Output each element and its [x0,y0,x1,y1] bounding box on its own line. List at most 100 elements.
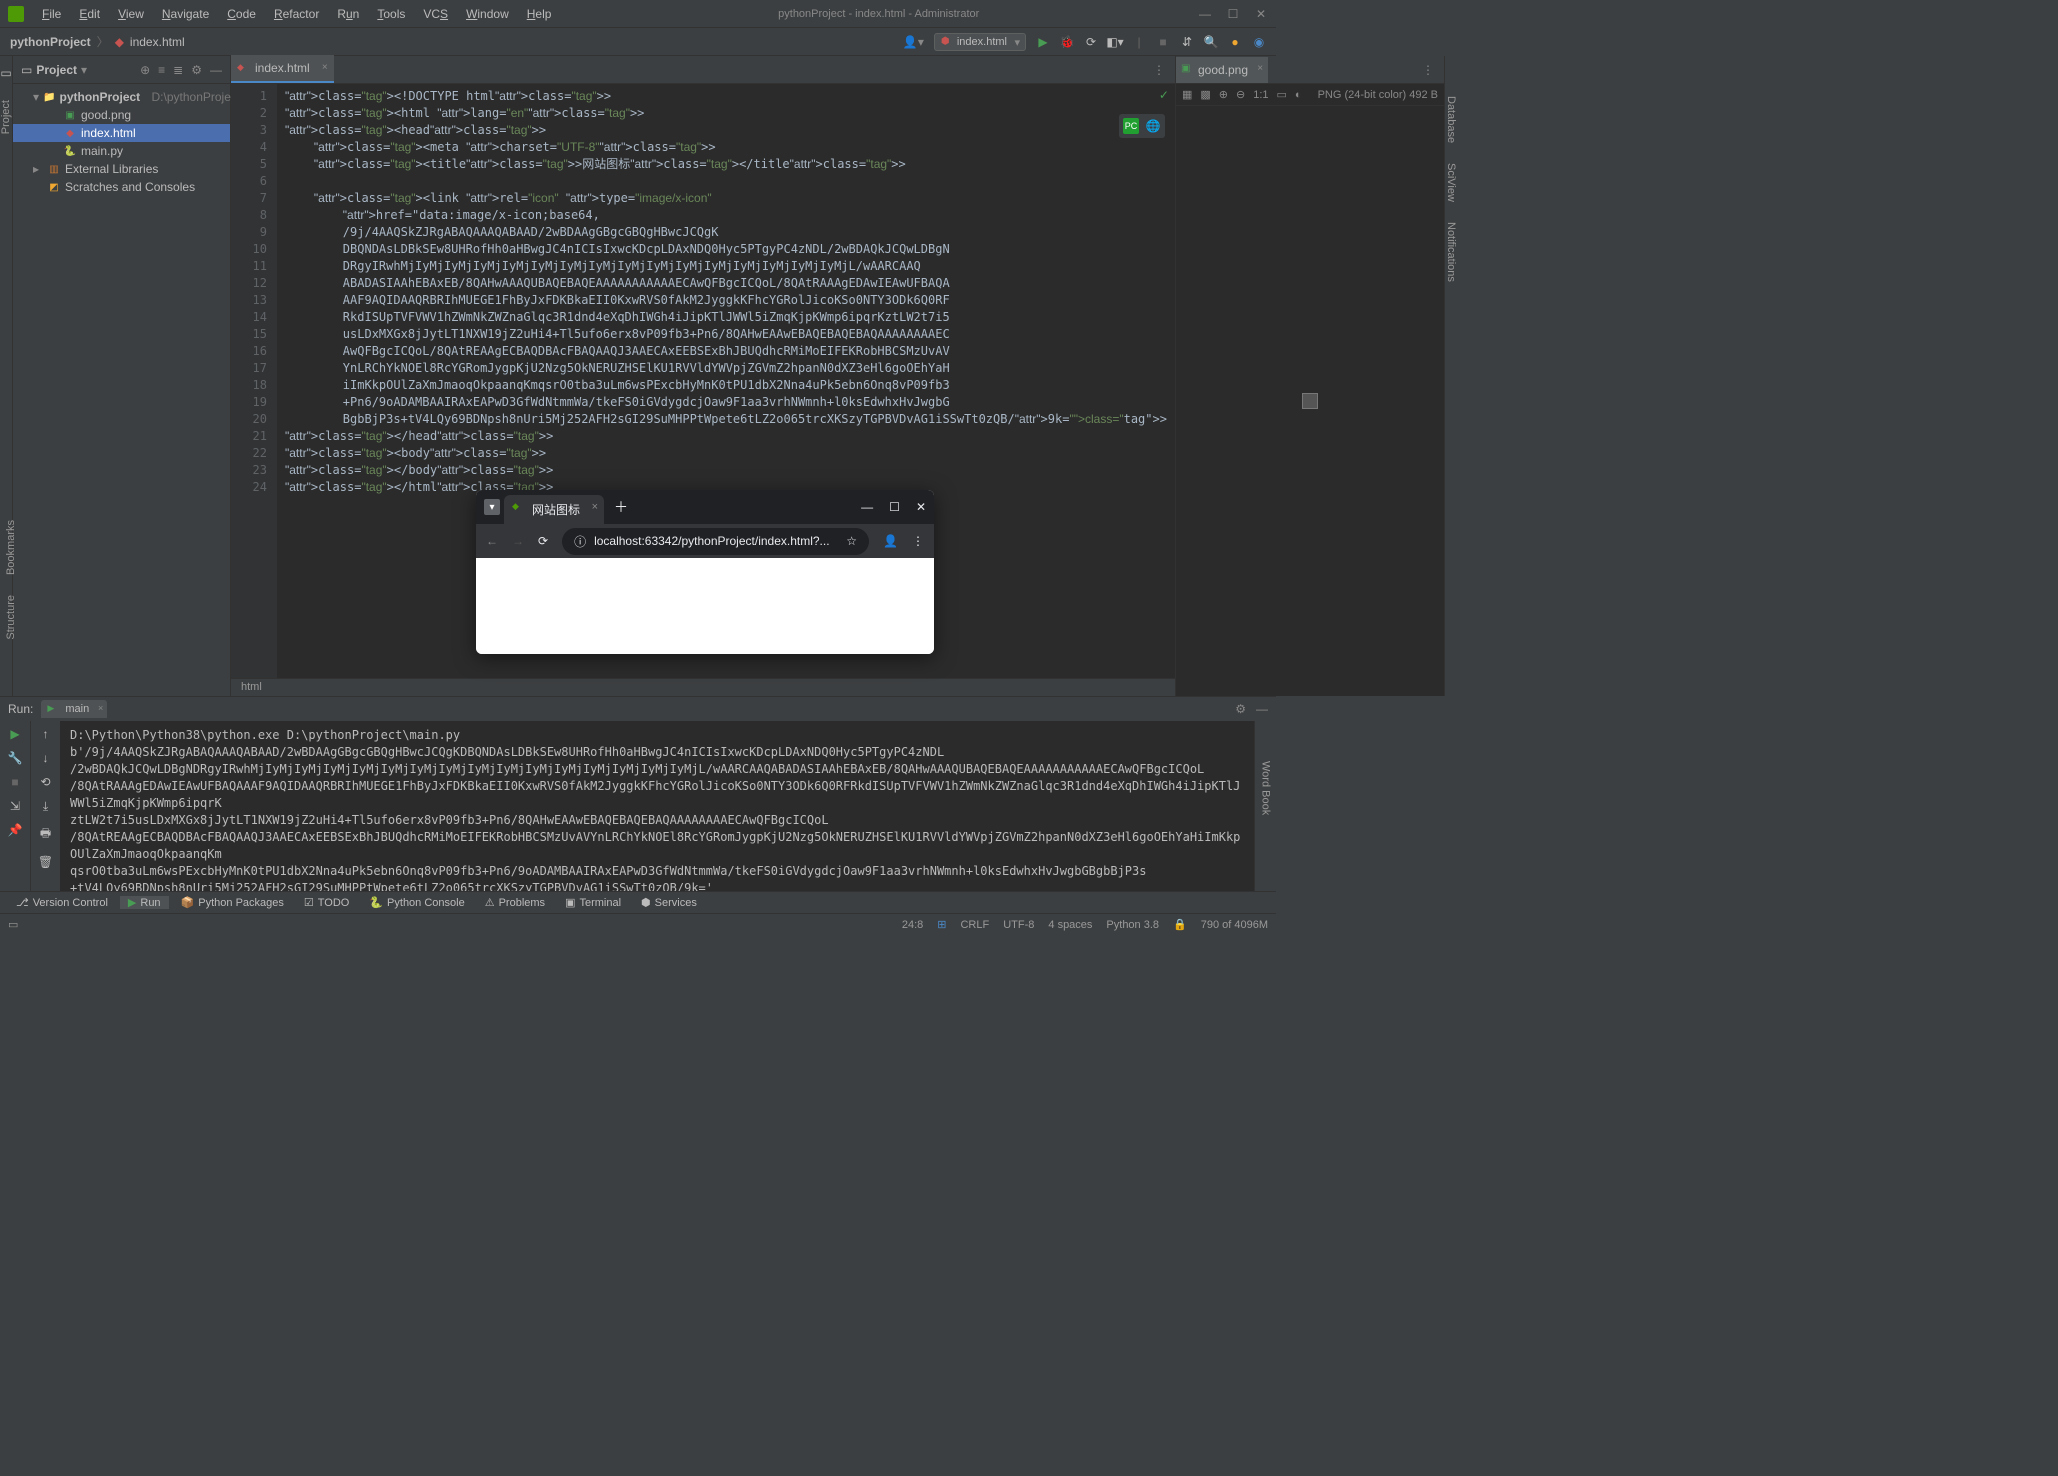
editor-breadcrumb[interactable]: html [231,678,1175,696]
tab-services[interactable]: ⬢Services [633,896,705,909]
tab-todo[interactable]: ☑TODO [296,896,357,909]
zoom-out-icon[interactable]: ⊖ [1236,88,1245,101]
ide-scripting-icon[interactable]: ● [1228,35,1242,49]
expand-all-icon[interactable]: ≡ [158,63,165,77]
chrome-profile-icon[interactable]: 👤 [883,534,898,548]
modify-run-icon[interactable]: 🔧 [8,751,23,765]
soft-wrap-icon[interactable]: ⟲ [40,775,50,789]
bookmarks-tool[interactable]: Bookmarks [5,520,17,575]
run-settings-icon[interactable]: ⚙ [1235,702,1246,716]
debug-icon[interactable]: 🐞 [1060,35,1074,49]
restore-layout-icon[interactable]: ⇲ [10,799,20,813]
tree-item-good-png[interactable]: ▣good.png [13,106,230,124]
project-tool-label[interactable]: Project [0,100,12,134]
down-icon[interactable]: ↓ [43,751,49,765]
chrome-tab-close-icon[interactable]: × [592,501,598,513]
tree-external-libs[interactable]: ▸▥External Libraries [13,160,230,178]
search-icon[interactable]: 🔍 [1204,35,1218,49]
memory-indicator[interactable]: 790 of 4096M [1201,919,1268,931]
user-icon[interactable]: 👤▾ [903,35,924,49]
vcs-icon[interactable]: ⇵ [1180,35,1194,49]
chrome-address-bar[interactable]: ⓘ localhost:63342/pythonProject/index.ht… [562,528,869,555]
menu-code[interactable]: Code [219,3,264,25]
chrome-reload-icon[interactable]: ⟳ [538,534,548,548]
tree-item-index-html[interactable]: ◆index.html [13,124,230,142]
inspection-ok-icon[interactable]: ✓ [1159,88,1169,102]
crumb-file[interactable]: index.html [130,35,185,49]
coverage-icon[interactable]: ⟳ [1084,35,1098,49]
settings-icon[interactable]: ⚙ [191,63,202,77]
database-tool[interactable]: Database [1445,96,1457,143]
structure-tool[interactable]: Structure [5,595,17,640]
menu-run[interactable]: Run [329,3,367,25]
line-separator[interactable]: CRLF [960,919,989,931]
menu-file[interactable]: File [34,3,69,25]
indent[interactable]: 4 spaces [1048,919,1092,931]
scroll-end-icon[interactable]: ⤓ [43,799,48,814]
menu-edit[interactable]: Edit [71,3,108,25]
wordbook-tool[interactable]: Word Book [1260,761,1272,815]
editor-tab-index-html[interactable]: index.html× [231,55,334,83]
scroll-from-source-icon[interactable]: ⊕ [140,63,150,77]
maximize-icon[interactable]: ☐ [1226,7,1240,21]
crumb-project[interactable]: pythonProject [10,35,91,49]
notifications-tool[interactable]: Notifications [1445,222,1457,282]
image-tab-menu-icon[interactable]: ⋮ [1412,57,1444,83]
tab-run[interactable]: ▶Run [120,896,169,909]
up-icon[interactable]: ↑ [43,727,49,741]
close-image-tab-icon[interactable]: × [1257,63,1263,74]
grid-icon[interactable]: ▦ [1182,88,1192,101]
chess-icon[interactable]: ▩ [1200,88,1210,101]
chrome-forward-icon[interactable]: → [512,534,524,548]
file-encoding[interactable]: UTF-8 [1003,919,1034,931]
zoom-in-icon[interactable]: ⊕ [1219,88,1228,101]
cursor-position[interactable]: 24:8 [902,919,923,931]
interpreter[interactable]: Python 3.8 [1106,919,1159,931]
menu-tools[interactable]: Tools [369,3,413,25]
tab-terminal[interactable]: ▣Terminal [557,896,629,909]
chrome-window[interactable]: ▾ 网站图标× ＋ — ☐ ✕ ← → ⟳ ⓘ localhost:63342/… [476,490,934,654]
menu-refactor[interactable]: Refactor [266,3,327,25]
pycharm-icon[interactable]: PC [1123,118,1139,134]
tab-version-control[interactable]: ⎇Version Control [8,896,116,909]
project-view-title[interactable]: Project [36,63,77,77]
stop-run-icon[interactable]: ■ [11,775,18,789]
collapse-all-icon[interactable]: ≣ [173,63,183,77]
menu-vcs[interactable]: VCS [415,3,456,25]
chrome-dropdown-icon[interactable]: ▾ [484,499,500,515]
chrome-new-tab-icon[interactable]: ＋ [614,497,628,517]
tree-scratches[interactable]: ◩Scratches and Consoles [13,178,230,196]
tree-item-main-py[interactable]: 🐍main.py [13,142,230,160]
console-output[interactable]: D:\Python\Python38\python.exe D:\pythonP… [60,721,1254,891]
status-message-icon[interactable]: ▭ [8,918,18,931]
pin-icon[interactable]: 📌 [8,823,23,837]
chrome-back-icon[interactable]: ← [486,534,498,548]
chrome-close-icon[interactable]: ✕ [916,500,926,514]
chrome-icon[interactable]: 🌐 [1145,118,1161,134]
tree-root[interactable]: ▾📁 pythonProject D:\pythonProject [13,88,230,106]
run-tab-main[interactable]: main× [41,700,107,718]
menu-help[interactable]: Help [519,3,560,25]
editor-tab-menu-icon[interactable]: ⋮ [1143,57,1175,83]
color-picker-icon[interactable]: ◐ [1295,89,1302,101]
close-run-tab-icon[interactable]: × [98,703,103,713]
rerun-icon[interactable]: ▶ [10,727,19,741]
sciview-tool[interactable]: SciView [1445,163,1457,202]
run-icon[interactable]: ▶ [1036,35,1050,49]
print-icon[interactable]: 🖶 [40,824,51,845]
readonly-icon[interactable]: 🔒 [1173,918,1187,931]
chrome-info-icon[interactable]: ⓘ [574,533,586,550]
menu-view[interactable]: View [110,3,152,25]
project-tool-icon[interactable]: ▭ [0,66,11,80]
stop-icon[interactable]: ■ [1156,35,1170,49]
settings-sync-icon[interactable]: ◉ [1252,35,1266,49]
run-config-selector[interactable]: index.html [934,33,1026,51]
tab-problems[interactable]: ⚠Problems [477,896,553,909]
tab-python-console[interactable]: 🐍Python Console [361,896,472,909]
minimize-icon[interactable]: — [1198,7,1212,21]
hide-icon[interactable]: — [210,63,222,77]
close-tab-icon[interactable]: × [322,62,328,73]
menu-window[interactable]: Window [458,3,517,25]
menu-navigate[interactable]: Navigate [154,3,217,25]
image-tab-good-png[interactable]: good.png× [1176,57,1268,83]
